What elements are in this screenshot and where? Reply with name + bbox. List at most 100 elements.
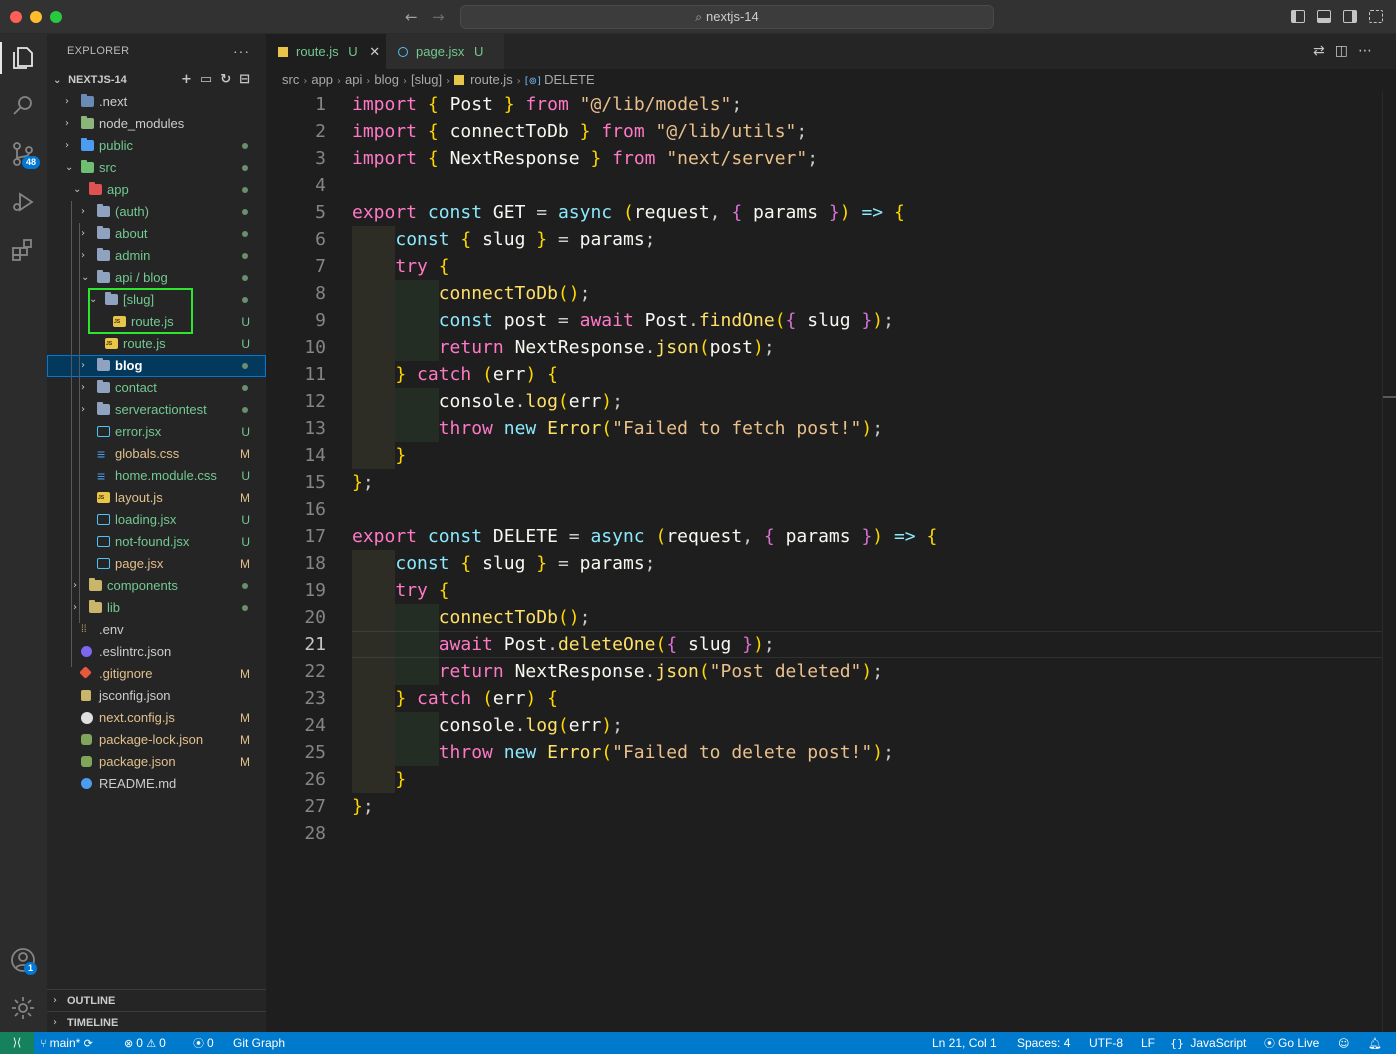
tab-route-js[interactable]: route.js U ✕ xyxy=(266,34,386,69)
notifications-bell-icon[interactable]: 🔔︎ xyxy=(1368,1032,1385,1054)
tree-folder[interactable]: › public xyxy=(47,135,266,157)
code-line[interactable]: 4 xyxy=(266,172,1386,199)
code-line[interactable]: 17 export const DELETE = async (request, … xyxy=(266,523,1386,550)
code-line[interactable]: 23 } catch (err) { xyxy=(266,685,1386,712)
code-line[interactable]: 10 return NextResponse.json(post); xyxy=(266,334,1386,361)
more-actions-icon[interactable]: ⋯ xyxy=(1358,43,1382,59)
refresh-icon[interactable]: ↻ xyxy=(220,72,239,87)
timeline-panel-header[interactable]: › TIMELINE xyxy=(47,1011,266,1033)
new-folder-icon[interactable]: ▭ xyxy=(200,72,220,87)
toggle-panel-icon[interactable] xyxy=(1317,10,1331,23)
tree-file[interactable]: README.md xyxy=(47,773,266,795)
code-line[interactable]: 19 try { xyxy=(266,577,1386,604)
tree-file[interactable]: package.json M xyxy=(47,751,266,773)
customize-layout-icon[interactable] xyxy=(1369,10,1383,23)
window-maximize-button[interactable] xyxy=(50,11,62,23)
tab-page-jsx[interactable]: page.jsx U xyxy=(386,34,504,69)
code-line[interactable]: 16 xyxy=(266,496,1386,523)
tree-folder[interactable]: › node_modules xyxy=(47,113,266,135)
tree-file[interactable]: .gitignore M xyxy=(47,663,266,685)
modified-dot-indicator xyxy=(242,583,248,589)
project-root[interactable]: ⌄ NEXTJS-14 +▭↻⊟ xyxy=(47,69,266,91)
toggle-secondary-sidebar-icon[interactable] xyxy=(1343,10,1357,23)
code-line[interactable]: 7 try { xyxy=(266,253,1386,280)
explorer-icon[interactable] xyxy=(9,44,37,72)
code-line[interactable]: 15}; xyxy=(266,469,1386,496)
sync-icon[interactable]: ⟳ xyxy=(84,1037,93,1050)
breadcrumb-segment[interactable]: blog xyxy=(374,72,399,87)
code-line[interactable]: 6 const { slug } = params; xyxy=(266,226,1386,253)
breadcrumb-segment[interactable]: [slug] xyxy=(411,72,442,87)
search-icon[interactable] xyxy=(9,92,37,120)
tree-file[interactable]: package-lock.json M xyxy=(47,729,266,751)
broadcast-icon: ⦿ xyxy=(193,1037,204,1050)
run-debug-icon[interactable] xyxy=(9,188,37,216)
code-line[interactable]: 3 import { NextResponse } from "next/serv… xyxy=(266,145,1386,172)
code-line[interactable]: 11 } catch (err) { xyxy=(266,361,1386,388)
code-editor[interactable]: 1 import { Post } from "@/lib/models"; 2 im… xyxy=(266,91,1386,1032)
code-line[interactable]: 24 console.log(err); xyxy=(266,712,1386,739)
code-line[interactable]: 22 return NextResponse.json("Post delete… xyxy=(266,658,1386,685)
breadcrumb-segment[interactable]: route.js xyxy=(470,72,513,87)
code-line[interactable]: 14 } xyxy=(266,442,1386,469)
code-text: return NextResponse.json(post); xyxy=(438,337,775,358)
breadcrumb-segment[interactable]: src xyxy=(282,72,299,87)
breadcrumb-segment[interactable]: DELETE xyxy=(544,72,595,87)
code-line[interactable]: 9 const post = await Post.findOne({ slug… xyxy=(266,307,1386,334)
tree-file[interactable]: jsconfig.json xyxy=(47,685,266,707)
code-line[interactable]: 25 throw new Error("Failed to delete pos… xyxy=(266,739,1386,766)
problems-indicator[interactable]: ⊗ 0 ⚠ 0 xyxy=(124,1032,166,1054)
chevron-down-icon: ⌄ xyxy=(81,272,90,283)
breadcrumb-segment[interactable]: app xyxy=(311,72,333,87)
split-editor-icon[interactable]: ◫ xyxy=(1335,43,1358,59)
new-file-icon[interactable]: + xyxy=(181,72,200,87)
code-line[interactable]: 12 console.log(err); xyxy=(266,388,1386,415)
branch-indicator[interactable]: ⑂ main* ⟳ xyxy=(40,1032,96,1054)
ports-indicator[interactable]: ⦿ 0 xyxy=(193,1032,214,1054)
more-actions-icon[interactable]: ··· xyxy=(233,34,250,69)
code-line[interactable]: 8 connectToDb(); xyxy=(266,280,1386,307)
tree-folder[interactable]: ⌄ src xyxy=(47,157,266,179)
tree-file[interactable]: .eslintrc.json xyxy=(47,641,266,663)
code-line[interactable]: 21 await Post.deleteOne({ slug }); xyxy=(266,631,1386,658)
indentation[interactable]: Spaces: 4 xyxy=(1017,1032,1070,1054)
code-line[interactable]: 27}; xyxy=(266,793,1386,820)
encoding[interactable]: UTF-8 xyxy=(1089,1032,1123,1054)
manage-gear-icon[interactable] xyxy=(9,994,37,1022)
code-line[interactable]: 18 const { slug } = params; xyxy=(266,550,1386,577)
toggle-primary-sidebar-icon[interactable] xyxy=(1291,10,1305,23)
tree-file[interactable]: next.config.js M xyxy=(47,707,266,729)
feedback-icon[interactable]: ☺ xyxy=(1338,1032,1352,1054)
extensions-icon[interactable] xyxy=(9,236,37,264)
git-graph-button[interactable]: Git Graph xyxy=(233,1032,285,1054)
close-icon[interactable]: ✕ xyxy=(369,45,380,60)
code-line[interactable]: 1 import { Post } from "@/lib/models"; xyxy=(266,91,1386,118)
code-line[interactable]: 26 } xyxy=(266,766,1386,793)
back-arrow-icon[interactable]: ← xyxy=(405,8,418,26)
window-close-button[interactable] xyxy=(10,11,22,23)
compare-changes-icon[interactable]: ⇄ xyxy=(1313,43,1335,59)
tree-folder[interactable]: › .next xyxy=(47,91,266,113)
language-mode[interactable]: {} JavaScript xyxy=(1170,1032,1246,1054)
tab-label: route.js xyxy=(296,44,339,59)
chevron-right-icon: › xyxy=(65,118,69,129)
cursor-position[interactable]: Ln 21, Col 1 xyxy=(932,1032,997,1054)
end-of-line[interactable]: LF xyxy=(1141,1032,1155,1054)
tree-folder[interactable]: ⌄ app xyxy=(47,179,266,201)
code-line[interactable]: 28 xyxy=(266,820,1386,847)
js-file-icon xyxy=(454,74,465,85)
command-center-search[interactable]: ⌕ nextjs-14 xyxy=(460,5,994,29)
code-line[interactable]: 13 throw new Error("Failed to fetch post… xyxy=(266,415,1386,442)
window-minimize-button[interactable] xyxy=(30,11,42,23)
code-line[interactable]: 5 export const GET = async (request, { pa… xyxy=(266,199,1386,226)
code-line[interactable]: 20 connectToDb(); xyxy=(266,604,1386,631)
vertical-scrollbar[interactable] xyxy=(1382,91,1396,1032)
tree-folder[interactable]: › (auth) xyxy=(47,201,266,223)
outline-panel-header[interactable]: › OUTLINE xyxy=(47,989,266,1011)
go-live-button[interactable]: ⦿ Go Live xyxy=(1264,1032,1319,1054)
remote-indicator-icon[interactable]: ⟩⟨ xyxy=(0,1032,34,1054)
collapse-all-icon[interactable]: ⊟ xyxy=(239,72,258,87)
forward-arrow-icon[interactable]: → xyxy=(432,8,445,26)
code-line[interactable]: 2 import { connectToDb } from "@/lib/util… xyxy=(266,118,1386,145)
breadcrumb-segment[interactable]: api xyxy=(345,72,362,87)
